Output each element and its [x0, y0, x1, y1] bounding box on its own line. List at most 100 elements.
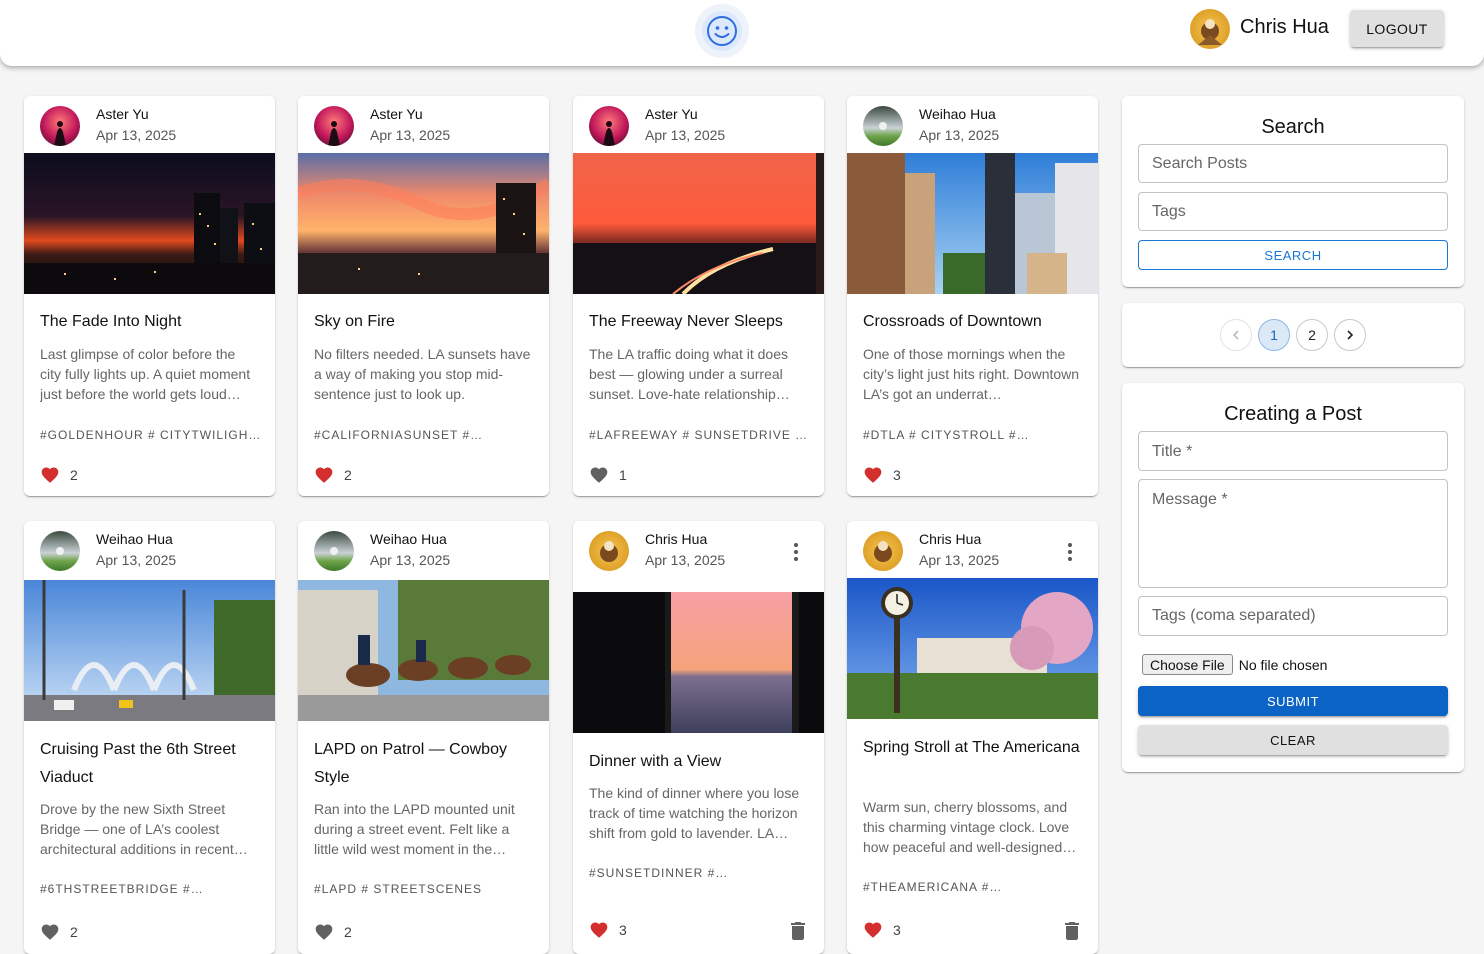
trash-icon[interactable]	[790, 922, 806, 940]
post-tags: #DTLA # CITYSTROLL #…	[863, 428, 1030, 442]
post-image[interactable]	[24, 153, 275, 294]
post-tags: #SUNSETDINNER #…	[589, 866, 729, 880]
more-vert-icon[interactable]	[784, 535, 808, 569]
post-image[interactable]	[573, 592, 824, 733]
post-date: Apr 13, 2025	[919, 127, 1000, 143]
avatar	[863, 106, 903, 146]
heart-icon	[589, 920, 609, 940]
post-tags: #LAPD # STREETSCENES	[314, 882, 483, 896]
post-author: Aster Yu	[96, 106, 149, 122]
like-count: 2	[70, 924, 78, 940]
user-name: Chris Hua	[1240, 16, 1329, 38]
message-label: Message *	[1152, 491, 1228, 508]
post-message: No filters needed. LA sunsets have a way…	[314, 346, 531, 402]
post-message: The kind of dinner where you lose track …	[589, 785, 800, 841]
like-button[interactable]: 2	[40, 465, 78, 485]
like-button[interactable]: 1	[589, 465, 627, 485]
heart-icon	[40, 465, 60, 485]
post-message: Warm sun, cherry blossoms, and this char…	[863, 799, 1077, 855]
post-card[interactable]: Chris Hua Apr 13, 2025 Dinner with a Vie…	[573, 521, 824, 954]
choose-file-button[interactable]: Choose File	[1142, 654, 1233, 675]
post-author: Weihao Hua	[370, 531, 447, 547]
post-message: Ran into the LAPD mounted unit during a …	[314, 801, 515, 857]
like-button[interactable]: 3	[863, 465, 901, 485]
post-image[interactable]	[298, 580, 549, 721]
avatar	[314, 106, 354, 146]
page-button-1[interactable]: 1	[1258, 319, 1290, 351]
post-tags: #6THSTREETBRIDGE #…	[40, 882, 204, 896]
tags-field[interactable]	[1138, 192, 1448, 231]
post-date: Apr 13, 2025	[370, 127, 451, 143]
page-button-2[interactable]: 2	[1296, 319, 1328, 351]
post-title: Crossroads of Downtown	[863, 313, 1042, 330]
search-input[interactable]	[1139, 145, 1447, 182]
pagination-panel: 1 2	[1122, 303, 1464, 367]
smiley-icon[interactable]	[694, 3, 750, 59]
chevron-right-icon	[1347, 330, 1354, 340]
file-status: No file chosen	[1238, 656, 1328, 673]
like-button[interactable]: 3	[589, 920, 627, 940]
tags-input[interactable]	[1139, 193, 1447, 230]
like-button[interactable]: 2	[40, 922, 78, 942]
post-tags: #LAFREEWAY # SUNSETDRIVE …	[589, 428, 809, 442]
avatar	[589, 106, 629, 146]
post-date: Apr 13, 2025	[96, 552, 177, 568]
like-count: 3	[619, 922, 627, 938]
like-button[interactable]: 2	[314, 465, 352, 485]
like-count: 3	[893, 922, 901, 938]
create-post-panel: Creating a Post Title * Message * Choose…	[1122, 383, 1464, 772]
post-card[interactable]: Weihao Hua Apr 13, 2025 Cruising Past th…	[24, 521, 275, 954]
post-title: Dinner with a View	[589, 753, 722, 770]
post-tags-input[interactable]	[1139, 597, 1447, 635]
title-label: Title *	[1152, 443, 1193, 460]
post-card[interactable]: Aster Yu Apr 13, 2025 Sky on Fire No fil…	[298, 96, 549, 496]
like-button[interactable]: 2	[314, 922, 352, 942]
post-image[interactable]	[298, 153, 549, 294]
app-bar: Chris Hua LOGOUT	[0, 0, 1484, 66]
post-image[interactable]	[573, 153, 824, 294]
avatar[interactable]	[1190, 9, 1230, 49]
post-title: LAPD on Patrol — Cowboy Style	[314, 741, 507, 786]
like-button[interactable]: 3	[863, 920, 901, 940]
search-field[interactable]	[1138, 144, 1448, 183]
post-message: Drove by the new Sixth Street Bridge — o…	[40, 801, 248, 857]
search-button[interactable]: SEARCH	[1138, 240, 1448, 270]
post-author: Aster Yu	[370, 106, 423, 122]
avatar	[40, 531, 80, 571]
message-field[interactable]: Message *	[1138, 479, 1448, 588]
post-image[interactable]	[847, 153, 1098, 294]
trash-icon[interactable]	[1064, 922, 1080, 940]
post-tags: #THEAMERICANA #…	[863, 880, 1003, 894]
submit-button[interactable]: SUBMIT	[1138, 686, 1448, 716]
clear-button[interactable]: CLEAR	[1138, 725, 1448, 755]
like-count: 2	[70, 467, 78, 483]
post-image[interactable]	[24, 580, 275, 721]
create-post-title: Creating a Post	[1224, 403, 1362, 425]
tags-field[interactable]	[1138, 596, 1448, 636]
avatar	[589, 531, 629, 571]
post-author: Weihao Hua	[96, 531, 173, 547]
post-author: Chris Hua	[919, 531, 982, 547]
post-card[interactable]: Weihao Hua Apr 13, 2025 Crossroads of Do…	[847, 96, 1098, 496]
post-card[interactable]: Chris Hua Apr 13, 2025 Spring Stroll at …	[847, 521, 1098, 954]
more-vert-icon[interactable]	[1058, 535, 1082, 569]
heart-icon	[589, 465, 609, 485]
logout-button[interactable]: LOGOUT	[1350, 10, 1444, 47]
prev-page-button[interactable]	[1220, 319, 1252, 351]
post-message: One of those mornings when the city’s li…	[863, 346, 1080, 402]
post-date: Apr 13, 2025	[645, 127, 726, 143]
post-title: Sky on Fire	[314, 313, 395, 330]
post-card[interactable]: Aster Yu Apr 13, 2025 The Freeway Never …	[573, 96, 824, 496]
heart-icon	[863, 920, 883, 940]
post-card[interactable]: Aster Yu Apr 13, 2025 The Fade Into Nigh…	[24, 96, 275, 496]
title-field[interactable]: Title *	[1138, 431, 1448, 471]
avatar	[314, 531, 354, 571]
next-page-button[interactable]	[1334, 319, 1366, 351]
post-card[interactable]: Weihao Hua Apr 13, 2025 LAPD on Patrol —…	[298, 521, 549, 954]
like-count: 1	[619, 467, 627, 483]
post-title: Spring Stroll at The Americana	[863, 739, 1080, 756]
post-title: Cruising Past the 6th Street Viaduct	[40, 741, 236, 786]
post-message: Last glimpse of color before the city fu…	[40, 346, 251, 402]
post-date: Apr 13, 2025	[96, 127, 177, 143]
post-image[interactable]	[847, 578, 1098, 719]
